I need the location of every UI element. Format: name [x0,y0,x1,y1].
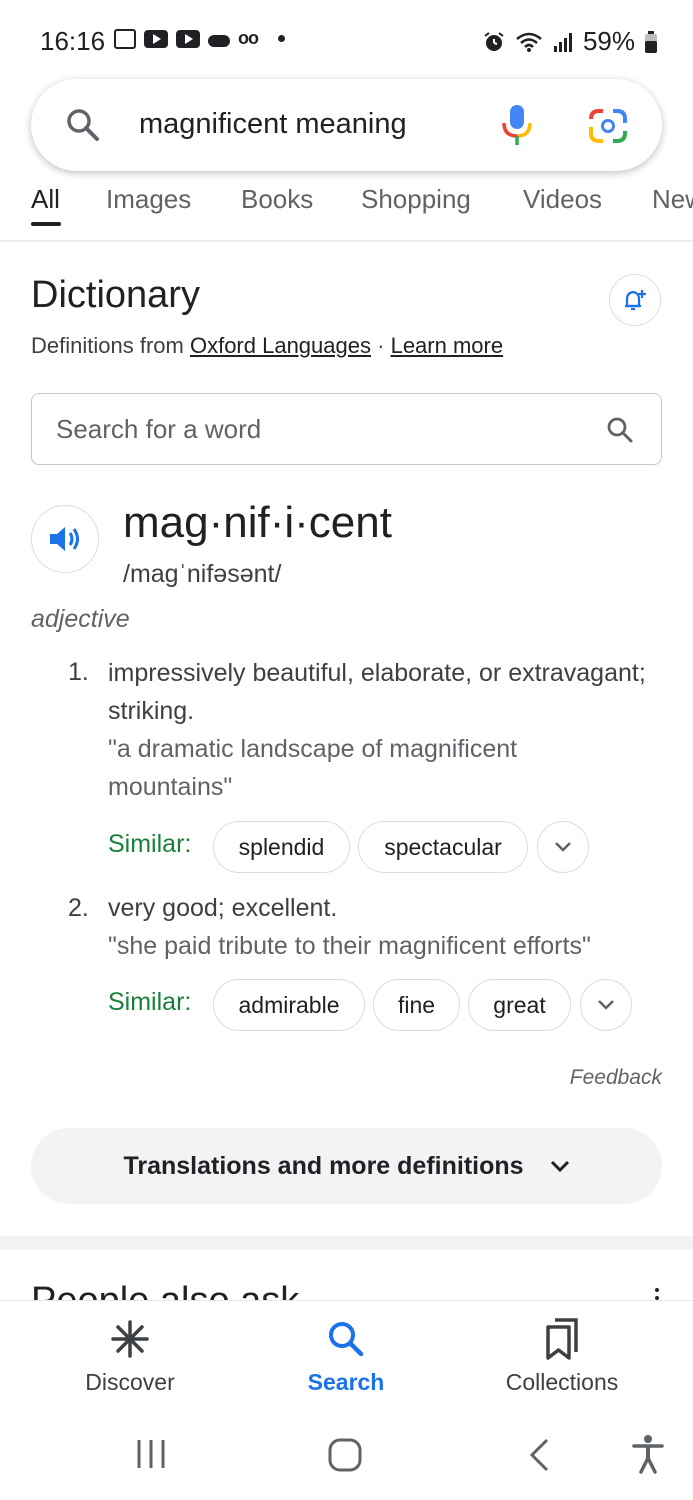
section-divider [0,1236,693,1250]
home-icon[interactable] [328,1438,362,1472]
dictionary-title: Dictionary [31,274,200,316]
chevron-down-icon [555,842,571,852]
feedback-link[interactable]: Feedback [570,1066,662,1090]
synonym-chip[interactable]: spectacular [358,821,528,873]
definition-example: "a dramatic landscape of magnificent mou… [108,735,518,801]
definition-example: "she paid tribute to their magnificent e… [108,932,591,960]
alarm-icon [484,31,504,51]
more-synonyms-button[interactable] [537,821,589,873]
asterisk-icon [111,1320,149,1358]
voicemail-icon: oo [238,28,259,48]
tab-images[interactable]: Images [106,184,191,215]
add-alert-button[interactable] [609,274,661,326]
signal-icon [553,32,572,52]
definition-text: impressively beautiful, elaborate, or ex… [108,654,648,806]
synonym-chip[interactable]: admirable [213,979,365,1031]
synonym-chip[interactable]: splendid [213,821,350,873]
active-tab-indicator [31,222,61,226]
nav-label: Discover [85,1369,175,1395]
youtube-icon [144,29,168,48]
system-navigation-bar [0,1410,693,1500]
definition-text: very good; excellent. "she paid tribute … [108,889,668,965]
tab-videos[interactable]: Videos [523,184,602,215]
chevron-down-icon [550,1160,569,1172]
tab-books[interactable]: Books [241,184,313,215]
bottom-navigation: Discover Search Collections [0,1300,693,1410]
word-search-input[interactable] [56,412,576,446]
oxford-languages-link[interactable]: Oxford Languages [190,333,371,358]
youtube-icon [176,29,200,48]
people-also-ask-heading: People also ask [31,1276,671,1300]
phonetic-spelling: /maɡˈnifəsənt/ [123,560,282,588]
cloud-icon [208,34,230,47]
back-icon[interactable] [528,1438,550,1472]
status-time: 16:16 [40,26,106,56]
notification-icons: oo [114,28,285,49]
headword: mag·nif·i·cent [123,498,392,547]
nav-discover[interactable]: Discover [40,1315,220,1396]
nav-collections[interactable]: Collections [472,1315,652,1396]
collections-icon [546,1318,578,1360]
synonym-chip[interactable]: great [468,979,571,1031]
system-status-icons: 59% [483,26,657,57]
bell-plus-icon [625,290,646,311]
source-prefix: Definitions from [31,333,184,358]
pronunciation-button[interactable] [31,505,99,573]
more-synonyms-button[interactable] [580,979,632,1031]
translations-more-definitions-button[interactable]: Translations and more definitions [31,1128,662,1204]
tab-news[interactable]: News [652,184,693,215]
word-search-box[interactable] [31,393,662,465]
search-icon [329,1322,364,1357]
speaker-icon [50,527,79,551]
synonym-chip[interactable]: fine [373,979,460,1031]
similar-label: Similar: [108,830,192,858]
nav-label: Search [307,1369,385,1395]
nav-label: Collections [505,1369,619,1395]
more-definitions-label: Translations and more definitions [123,1151,524,1180]
dot-icon [278,35,285,42]
accessibility-icon[interactable] [632,1434,664,1474]
nav-search[interactable]: Search [256,1315,436,1396]
wifi-icon [516,32,542,52]
recent-apps-icon[interactable] [136,1438,166,1470]
more-options-icon[interactable] [655,1288,659,1300]
similar-label: Similar: [108,988,192,1016]
search-query-text[interactable]: magnificent meaning [139,108,407,141]
chevron-down-icon [598,1000,614,1010]
battery-percent: 59% [582,26,635,56]
learn-more-link[interactable]: Learn more [391,333,504,358]
definition-number: 2. [68,894,89,922]
google-lens-icon[interactable] [587,107,629,145]
source-separator: · [377,333,385,358]
definition-meaning: impressively beautiful, elaborate, or ex… [108,659,646,725]
definition-meaning: very good; excellent. [108,894,338,922]
search-bar[interactable]: magnificent meaning [31,79,662,171]
definition-number: 1. [68,658,89,686]
dictionary-source: Definitions from Oxford Languages · Lear… [31,333,503,359]
search-icon [67,109,99,141]
search-tabs: All Images Books Shopping Videos News [0,180,693,240]
people-also-ask-title: People also ask [31,1282,671,1300]
status-bar: 16:16 oo 59% [0,0,693,80]
tab-shopping[interactable]: Shopping [361,184,471,215]
microphone-icon[interactable] [499,103,535,147]
part-of-speech: adjective [31,605,130,633]
battery-icon [645,30,657,53]
search-icon[interactable] [606,416,634,444]
screenshot-icon [114,28,136,49]
tabs-divider [0,240,693,242]
tab-all[interactable]: All [31,184,60,215]
